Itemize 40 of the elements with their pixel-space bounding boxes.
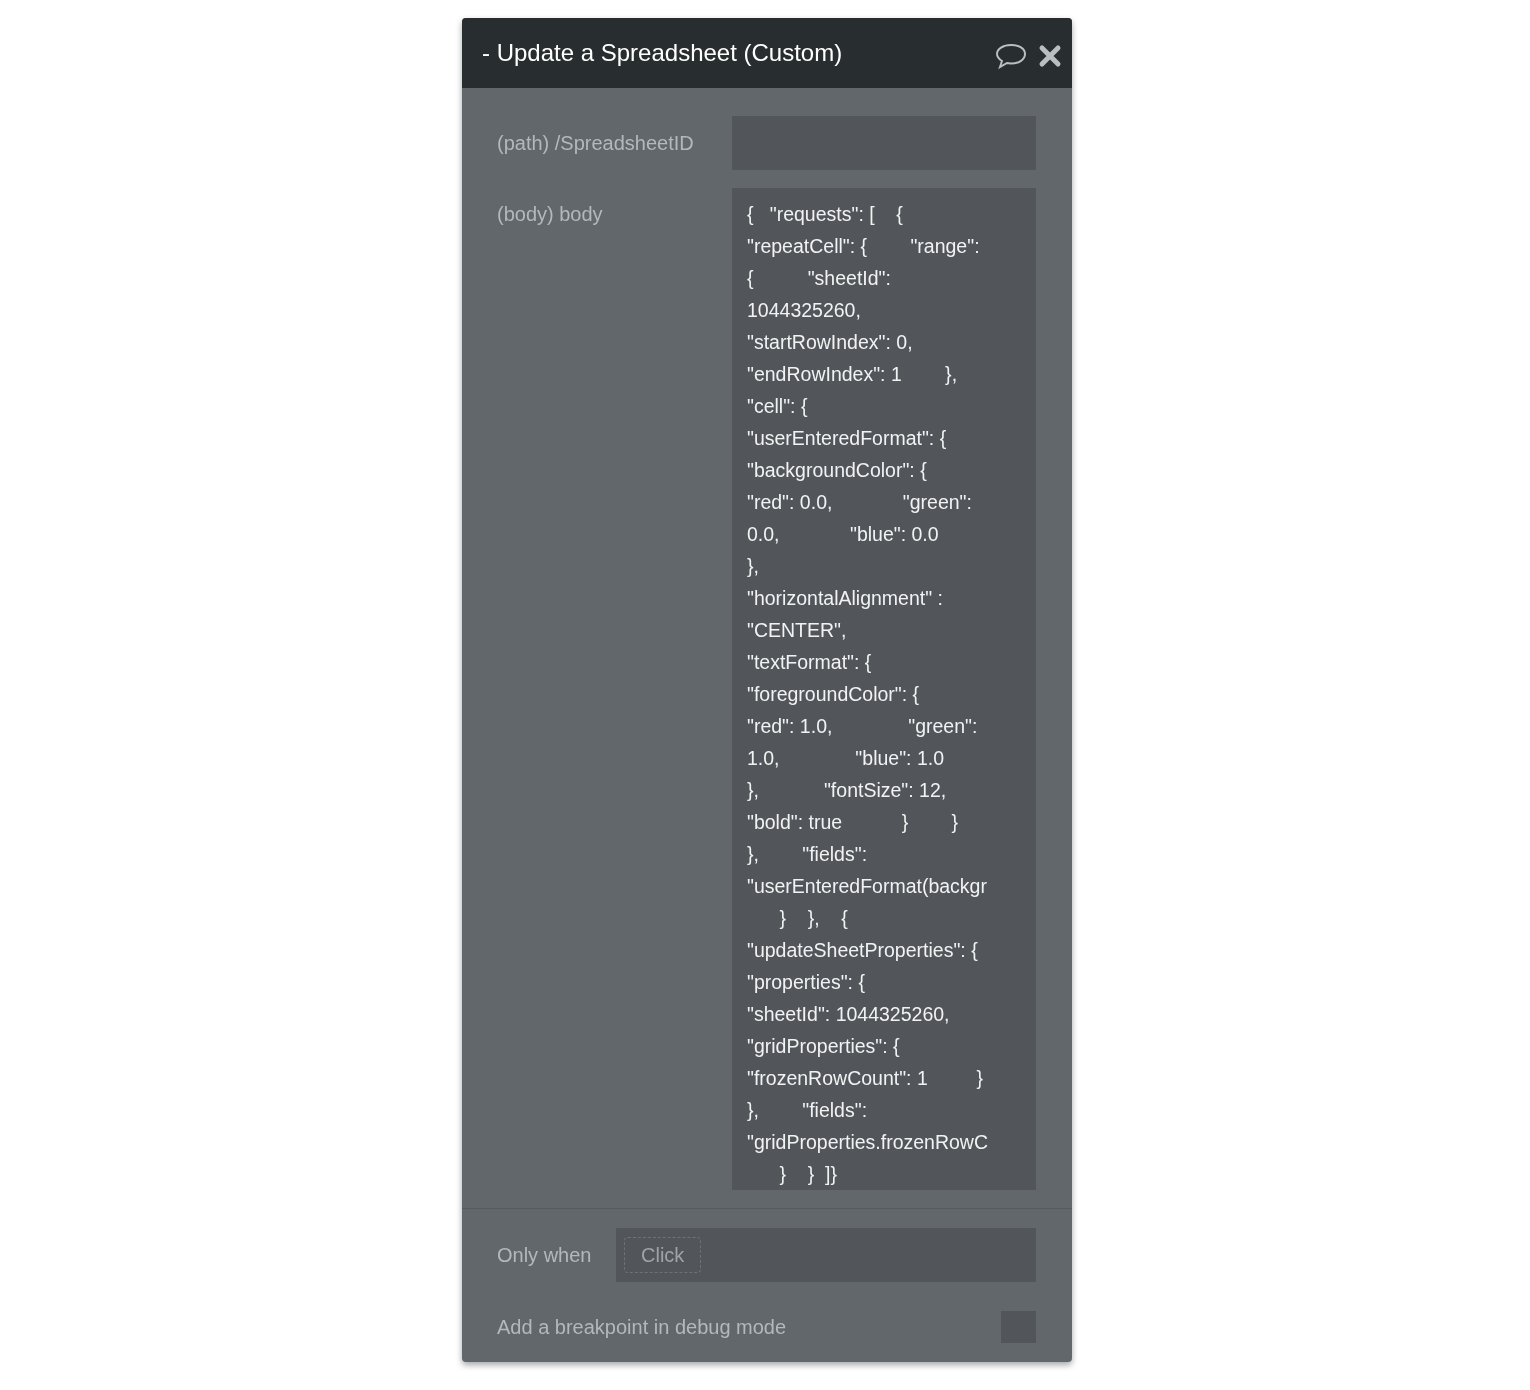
code-line: "cell": { <box>747 394 808 419</box>
code-line: "horizontalAlignment" : <box>747 586 943 611</box>
code-line: } } ]} <box>778 1162 837 1187</box>
field-label: Only when <box>497 1243 593 1268</box>
close-icon[interactable] <box>1038 44 1062 68</box>
dialog-title: - Update a Spreadsheet (Custom) <box>482 38 844 68</box>
code-line: "red": 0.0, "green": <box>747 490 972 515</box>
code-line: "gridProperties": { <box>747 1034 900 1059</box>
code-line: "userEnteredFormat": { <box>747 426 947 451</box>
code-line: "gridProperties.frozenRowC <box>747 1130 989 1155</box>
code-line: "properties": { <box>747 970 865 995</box>
code-line: "textFormat": { <box>747 650 872 675</box>
code-line: }, <box>747 554 759 579</box>
comment-icon[interactable] <box>994 42 1028 70</box>
code-line: "endRowIndex": 1 }, <box>747 362 958 387</box>
code-line: "bold": true } } <box>747 810 959 835</box>
field-label: Add a breakpoint in debug mode <box>497 1315 788 1340</box>
code-line: "backgroundColor": { <box>747 458 927 483</box>
code-line: "startRowIndex": 0, <box>747 330 913 355</box>
code-line: "userEnteredFormat(backgr <box>747 874 987 899</box>
code-line: }, "fields": <box>747 842 868 867</box>
code-line: 0.0, "blue": 0.0 <box>747 522 939 547</box>
code-line: "foregroundColor": { <box>747 682 920 707</box>
code-line: } }, { <box>778 906 848 931</box>
field-label: (path) /SpreadsheetID <box>497 131 695 156</box>
field-label: (body) body <box>497 202 604 227</box>
code-line: "updateSheetProperties": { <box>747 938 978 963</box>
code-line: "red": 1.0, "green": <box>747 714 978 739</box>
code-line: { "requests": [ { <box>747 202 903 227</box>
code-line: "frozenRowCount": 1 } <box>747 1066 984 1091</box>
code-line: }, "fontSize": 12, <box>747 778 947 803</box>
click-token[interactable]: Click <box>624 1237 702 1273</box>
code-line: "CENTER", <box>747 618 847 643</box>
code-line: "sheetId": 1044325260, <box>747 1002 950 1027</box>
code-line: }, "fields": <box>747 1098 868 1123</box>
code-line: 1044325260, <box>747 298 861 323</box>
code-line: "repeatCell": { "range": <box>747 234 980 259</box>
code-line: { "sheetId": <box>747 266 891 291</box>
code-line: 1.0, "blue": 1.0 <box>747 746 945 771</box>
condition-field[interactable]: Click <box>616 1228 1036 1282</box>
